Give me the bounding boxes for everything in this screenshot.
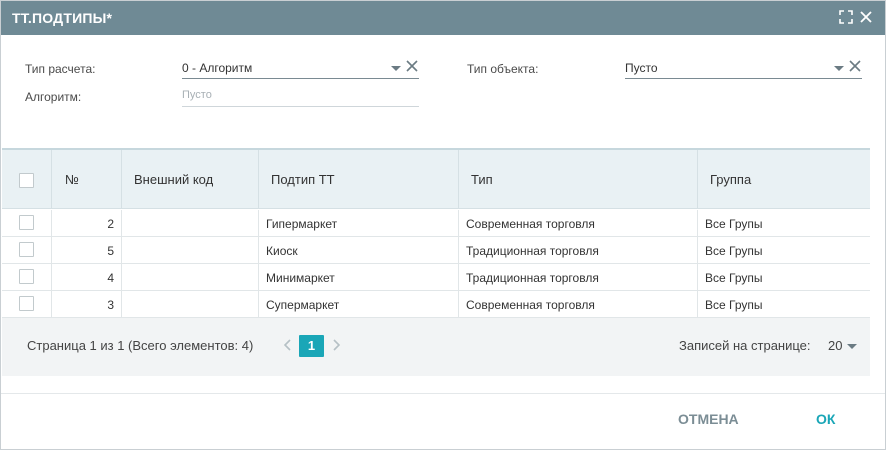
header-group-label: Группа xyxy=(710,172,752,187)
table-row[interactable]: 4 Минимаркет Традиционная торговля Все Г… xyxy=(2,264,870,291)
cell-type-text: Традиционная торговля xyxy=(466,244,599,258)
cell-subtype-text: Киоск xyxy=(266,244,298,258)
pagination-bar: Страница 1 из 1 (Всего элементов: 4) 1 З… xyxy=(2,318,870,376)
chevron-down-icon[interactable] xyxy=(391,66,401,71)
object-type-value: Пусто xyxy=(625,61,658,75)
cell-ext-code xyxy=(122,237,259,263)
cell-subtype: Супермаркет xyxy=(259,291,459,317)
cell-group: Все Групы xyxy=(698,210,870,236)
header-select-all-cell xyxy=(2,150,52,209)
algorithm-placeholder: Пусто xyxy=(182,89,212,101)
row-checkbox[interactable] xyxy=(19,269,34,284)
header-type[interactable]: Тип xyxy=(459,150,698,209)
header-ext-code[interactable]: Внешний код xyxy=(122,150,259,209)
cell-type-text: Традиционная торговля xyxy=(466,271,599,285)
cell-ext-code xyxy=(122,210,259,236)
object-type-select[interactable]: Пусто xyxy=(625,57,862,79)
header-ext-code-label: Внешний код xyxy=(134,172,214,187)
cancel-button[interactable]: ОТМЕНА xyxy=(678,411,739,427)
cell-type: Традиционная торговля xyxy=(459,237,698,263)
calc-type-label: Тип расчета: xyxy=(25,62,96,76)
table-row[interactable]: 2 Гипермаркет Современная торговля Все Г… xyxy=(2,210,870,237)
header-subtype-label: Подтип ТТ xyxy=(271,172,335,187)
header-num[interactable]: № xyxy=(52,150,122,209)
cell-type-text: Современная торговля xyxy=(466,298,595,312)
cell-group-text: Все Групы xyxy=(705,271,763,285)
rows-per-page-select[interactable]: 20 xyxy=(828,338,842,353)
pagination-info: Страница 1 из 1 (Всего элементов: 4) xyxy=(27,338,254,353)
table-row[interactable]: 3 Супермаркет Современная торговля Все Г… xyxy=(2,291,870,318)
cell-num-text: 4 xyxy=(107,271,114,285)
rows-per-page-label: Записей на странице: xyxy=(679,338,811,353)
row-checkbox[interactable] xyxy=(19,215,34,230)
title-bar: ТТ.ПОДТИПЫ* xyxy=(1,1,885,35)
dialog-title: ТТ.ПОДТИПЫ* xyxy=(12,10,113,26)
cell-group-text: Все Групы xyxy=(705,298,763,312)
row-select-cell xyxy=(2,210,52,236)
subtypes-grid: № Внешний код Подтип ТТ Тип Группа 2 Гип… xyxy=(2,148,870,376)
cell-subtype-text: Гипермаркет xyxy=(266,217,338,231)
cell-subtype-text: Минимаркет xyxy=(266,271,335,285)
row-select-cell xyxy=(2,264,52,290)
algorithm-field[interactable]: Пусто xyxy=(182,85,419,107)
chevron-down-icon[interactable] xyxy=(847,344,857,349)
calc-type-value: 0 - Алгоритм xyxy=(182,61,253,75)
page-button-current[interactable]: 1 xyxy=(299,335,324,357)
calc-type-select[interactable]: 0 - Алгоритм xyxy=(182,57,419,79)
cell-num: 2 xyxy=(52,210,122,236)
row-checkbox[interactable] xyxy=(19,296,34,311)
cell-num: 3 xyxy=(52,291,122,317)
chevron-down-icon[interactable] xyxy=(834,66,844,71)
chevron-right-icon[interactable] xyxy=(331,338,341,352)
cell-ext-code xyxy=(122,264,259,290)
footer-divider xyxy=(1,393,885,394)
cell-subtype-text: Супермаркет xyxy=(266,298,340,312)
row-select-cell xyxy=(2,237,52,263)
select-all-checkbox[interactable] xyxy=(19,173,34,188)
grid-header: № Внешний код Подтип ТТ Тип Группа xyxy=(2,150,870,209)
row-checkbox[interactable] xyxy=(19,242,34,257)
header-subtype[interactable]: Подтип ТТ xyxy=(259,150,459,209)
clear-icon[interactable] xyxy=(405,59,419,73)
cell-type-text: Современная торговля xyxy=(466,217,595,231)
cell-num-text: 5 xyxy=(107,244,114,258)
ok-button[interactable]: ОК xyxy=(816,411,835,427)
cell-group-text: Все Групы xyxy=(705,217,763,231)
cell-group-text: Все Групы xyxy=(705,244,763,258)
cell-group: Все Групы xyxy=(698,291,870,317)
cell-type: Современная торговля xyxy=(459,210,698,236)
cell-num: 5 xyxy=(52,237,122,263)
close-icon[interactable] xyxy=(858,9,874,25)
cell-group: Все Групы xyxy=(698,264,870,290)
header-group[interactable]: Группа xyxy=(698,150,870,209)
object-type-label: Тип объекта: xyxy=(467,62,539,76)
maximize-icon[interactable] xyxy=(838,9,854,25)
row-select-cell xyxy=(2,291,52,317)
dialog-window: ТТ.ПОДТИПЫ* Тип расчета: 0 - Алгоритм Ал… xyxy=(0,0,886,450)
clear-icon[interactable] xyxy=(848,59,862,73)
cell-subtype: Гипермаркет xyxy=(259,210,459,236)
cell-num: 4 xyxy=(52,264,122,290)
cell-subtype: Минимаркет xyxy=(259,264,459,290)
cell-num-text: 3 xyxy=(107,298,114,312)
cell-group: Все Групы xyxy=(698,237,870,263)
header-type-label: Тип xyxy=(471,172,493,187)
cell-type: Традиционная торговля xyxy=(459,264,698,290)
chevron-left-icon[interactable] xyxy=(283,338,293,352)
header-num-label: № xyxy=(65,172,79,187)
cell-ext-code xyxy=(122,291,259,317)
cell-num-text: 2 xyxy=(107,217,114,231)
cell-subtype: Киоск xyxy=(259,237,459,263)
table-row[interactable]: 5 Киоск Традиционная торговля Все Групы xyxy=(2,237,870,264)
algorithm-label: Алгоритм: xyxy=(25,90,82,104)
cell-type: Современная торговля xyxy=(459,291,698,317)
